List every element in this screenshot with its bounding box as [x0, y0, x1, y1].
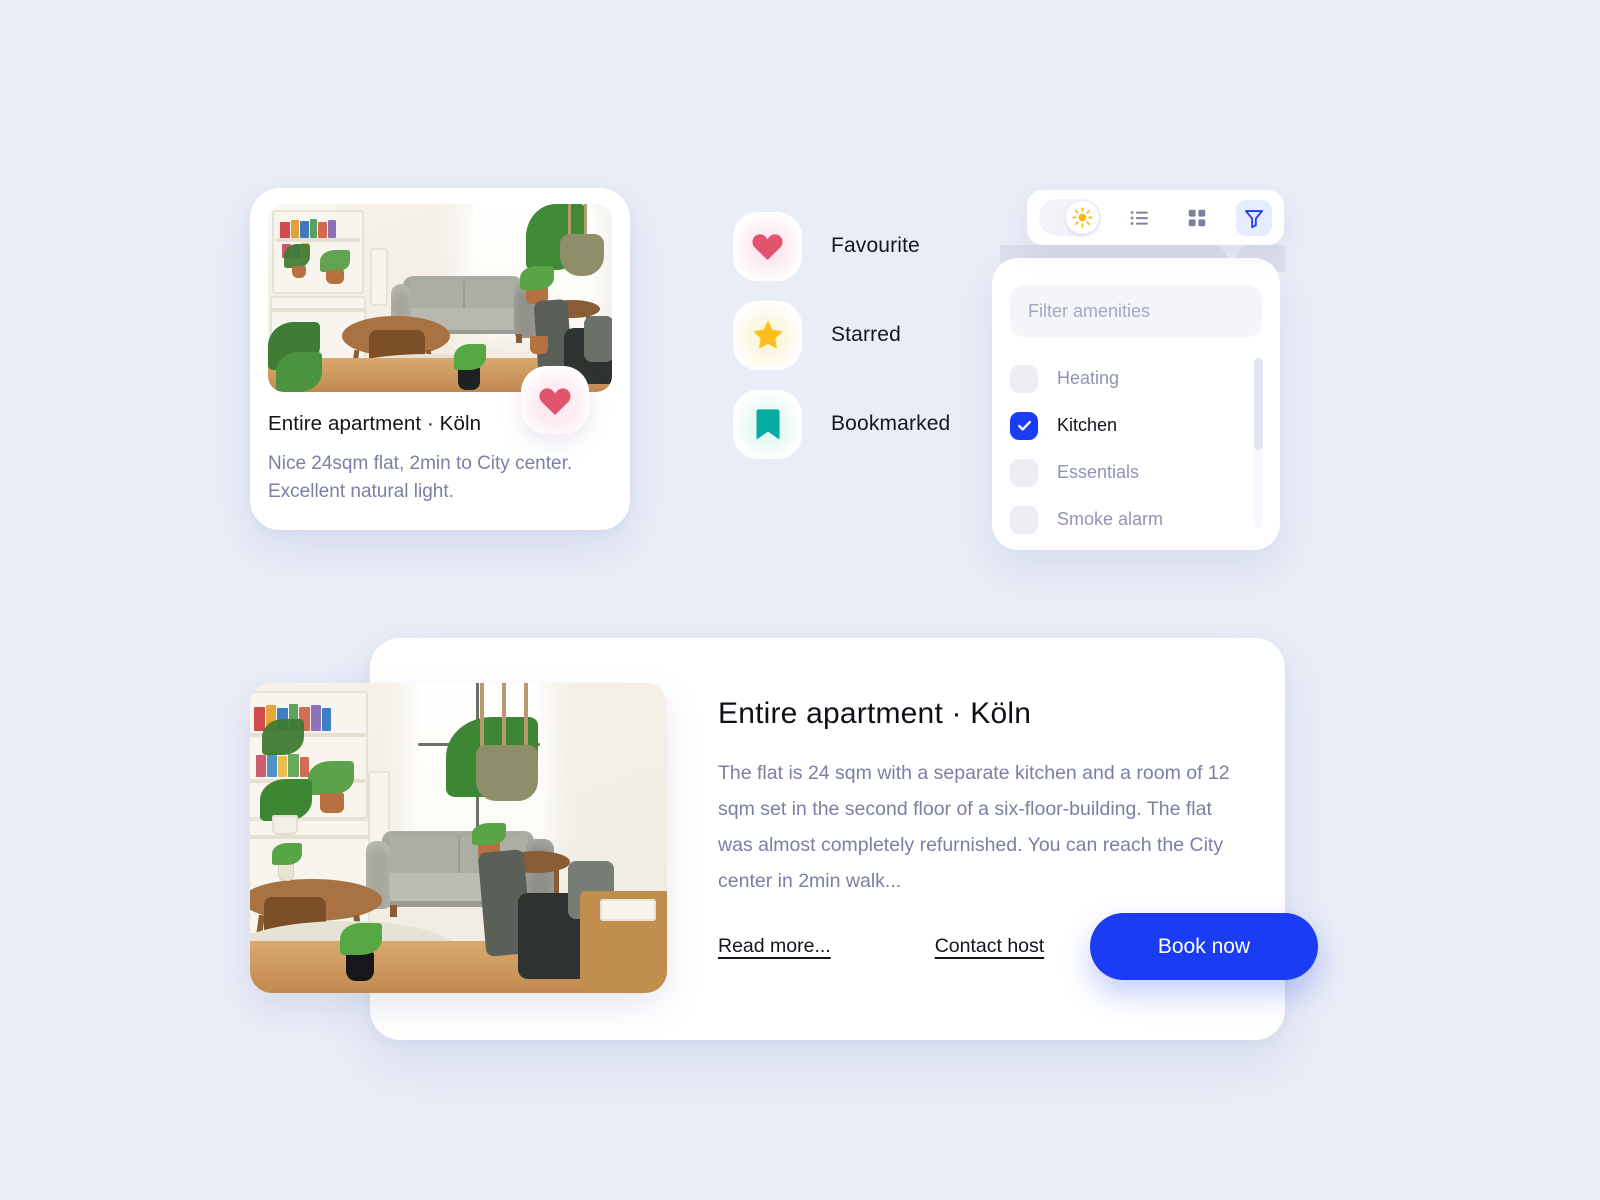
amenity-checkbox-heating[interactable]	[1010, 364, 1038, 393]
contact-host-link[interactable]: Contact host	[935, 935, 1044, 958]
status-icon-list: Favourite Starred Bookmarked	[733, 211, 950, 478]
sun-icon	[1072, 207, 1093, 228]
book-now-button[interactable]: Book now	[1090, 913, 1318, 980]
list-view-icon	[1130, 210, 1148, 225]
apartment-photo-small	[268, 204, 612, 392]
grid-view-button[interactable]	[1179, 200, 1215, 236]
view-toolbar	[1027, 190, 1284, 245]
apartment-photo-large	[250, 683, 667, 993]
bookmarked-icon-tile[interactable]	[733, 389, 802, 459]
detail-card-image	[250, 683, 667, 993]
amenity-checkbox-smoke-alarm[interactable]	[1010, 505, 1038, 534]
amenity-label-kitchen: Kitchen	[1057, 415, 1118, 435]
property-card-image	[268, 204, 612, 392]
status-item-bookmarked[interactable]: Bookmarked	[733, 389, 950, 459]
starred-icon-tile[interactable]	[733, 300, 802, 370]
amenity-row-heating[interactable]: Heating	[1010, 355, 1262, 402]
amenity-row-smoke-alarm[interactable]: Smoke alarm	[1010, 496, 1262, 543]
bookmark-icon	[756, 408, 779, 440]
amenity-label-essentials: Essentials	[1057, 462, 1140, 482]
status-item-starred[interactable]: Starred	[733, 300, 950, 370]
favourite-icon-tile[interactable]	[733, 211, 802, 281]
status-label-bookmarked: Bookmarked	[831, 412, 951, 435]
amenity-checkbox-kitchen[interactable]	[1010, 411, 1038, 440]
detail-card-title: Entire apartment · Köln	[718, 697, 1032, 730]
amenity-list-scrollbar-thumb[interactable]	[1254, 358, 1263, 450]
heart-icon	[752, 234, 783, 261]
read-more-link[interactable]: Read more...	[718, 935, 831, 958]
filter-panel: Filter amenities Heating Kitchen Essenti…	[992, 258, 1280, 550]
status-label-favourite: Favourite	[831, 234, 920, 257]
filter-button[interactable]	[1236, 199, 1272, 236]
checkmark-icon	[1017, 420, 1031, 431]
amenity-list: Heating Kitchen Essentials Smoke alarm	[1010, 355, 1262, 543]
heart-icon	[539, 387, 571, 415]
theme-toggle-switch[interactable]	[1039, 199, 1101, 236]
filter-icon	[1245, 209, 1263, 228]
star-icon	[752, 319, 783, 349]
property-card[interactable]: Entire apartment · Köln Nice 24sqm flat,…	[250, 188, 630, 530]
amenity-row-essentials[interactable]: Essentials	[1010, 449, 1262, 496]
amenity-label-heating: Heating	[1057, 368, 1120, 388]
filter-search-placeholder: Filter amenities	[1028, 300, 1151, 321]
detail-card-actions: Read more... Contact host	[718, 935, 1044, 958]
grid-view-icon	[1188, 209, 1206, 226]
detail-card-body: Entire apartment · Köln The flat is 24 s…	[718, 697, 1238, 899]
status-label-starred: Starred	[831, 323, 901, 346]
theme-toggle-knob	[1066, 201, 1099, 234]
status-item-favourite[interactable]: Favourite	[733, 211, 950, 281]
amenity-list-scrollbar[interactable]	[1254, 358, 1263, 528]
filter-search-input[interactable]: Filter amenities	[1010, 285, 1262, 337]
amenity-checkbox-essentials[interactable]	[1010, 458, 1038, 487]
amenity-row-kitchen[interactable]: Kitchen	[1010, 402, 1262, 449]
amenity-label-smoke-alarm: Smoke alarm	[1057, 509, 1164, 529]
favourite-badge-button[interactable]	[521, 366, 589, 434]
list-view-button[interactable]	[1122, 200, 1158, 236]
property-card-description: Nice 24sqm flat, 2min to City center. Ex…	[268, 453, 573, 502]
detail-card-description: The flat is 24 sqm with a separate kitch…	[718, 762, 1230, 893]
page-root: Entire apartment · Köln Nice 24sqm flat,…	[0, 0, 1600, 1200]
